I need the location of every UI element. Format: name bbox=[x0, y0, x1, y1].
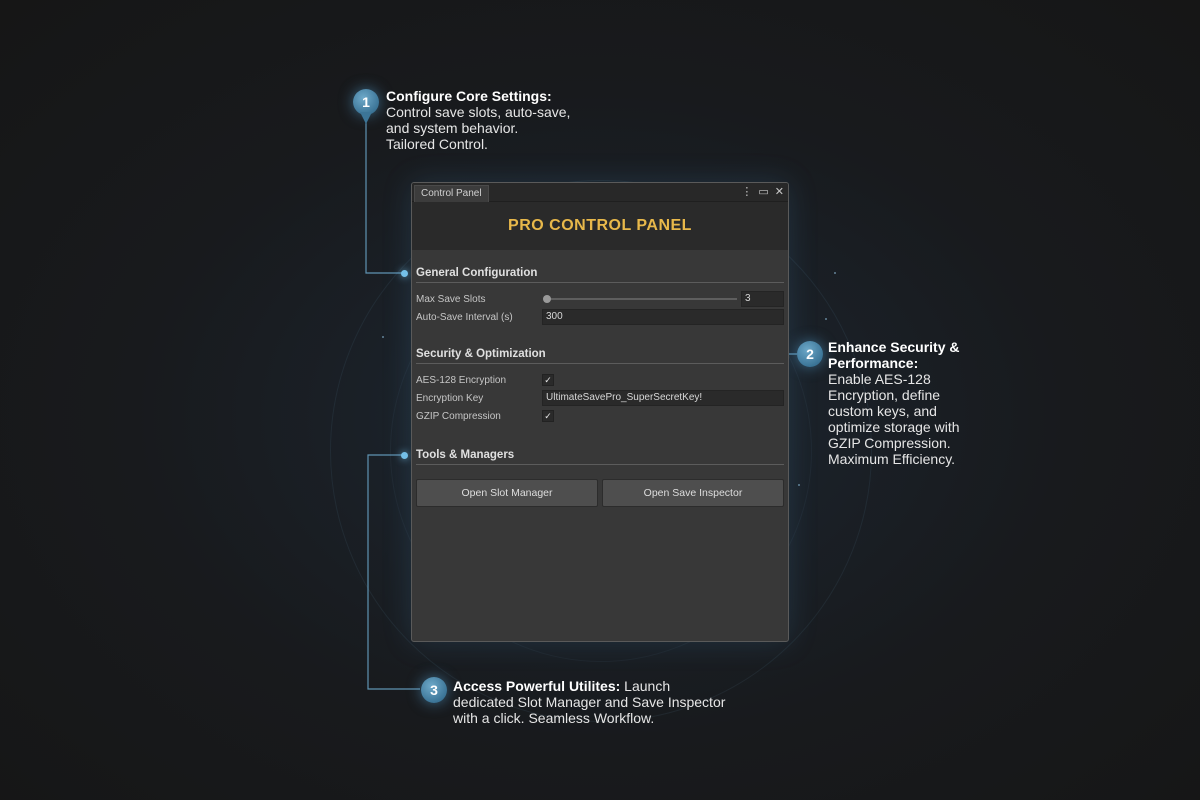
callout-1: Configure Core Settings: Control save sl… bbox=[386, 88, 570, 152]
auto-save-interval-label: Auto-Save Interval (s) bbox=[416, 311, 513, 323]
callout-2-line: Enable AES-128 bbox=[828, 371, 931, 387]
callout-2-line: custom keys, and bbox=[828, 403, 937, 419]
aes-encryption-checkbox[interactable]: ✓ bbox=[542, 374, 554, 386]
section-title: Security & Optimization bbox=[416, 348, 784, 364]
tab-control-panel[interactable]: Control Panel bbox=[414, 185, 489, 202]
callout-3-pin: 3 bbox=[421, 677, 447, 703]
open-slot-manager-button[interactable]: Open Slot Manager bbox=[416, 479, 598, 507]
section-title: General Configuration bbox=[416, 267, 784, 283]
callout-1-line: and system behavior. bbox=[386, 120, 519, 136]
security-optimization-section: Security & Optimization AES-128 Encrypti… bbox=[416, 348, 784, 424]
callout-2-line: Maximum Efficiency. bbox=[828, 451, 956, 467]
aes-encryption-label: AES-128 Encryption bbox=[416, 374, 507, 386]
callout-3-line: with a click. Seamless Workflow. bbox=[453, 710, 655, 726]
max-save-slots-label: Max Save Slots bbox=[416, 293, 486, 305]
callout-2-line: GZIP Compression. bbox=[828, 435, 951, 451]
tools-managers-section: Tools & Managers Open Slot Manager Open … bbox=[416, 449, 784, 507]
callout-1-title: Configure Core Settings: bbox=[386, 88, 552, 104]
more-options-icon[interactable]: ⋮ bbox=[741, 185, 752, 198]
callout-2-title: Performance: bbox=[828, 355, 919, 371]
gzip-compression-label: GZIP Compression bbox=[416, 410, 501, 422]
section-title: Tools & Managers bbox=[416, 449, 784, 465]
callout-1-line: Tailored Control. bbox=[386, 136, 488, 152]
max-save-slots-input[interactable]: 3 bbox=[741, 291, 784, 307]
control-panel-window: Control Panel ⋮ ▭ ✕ PRO CONTROL PANEL Ge… bbox=[411, 182, 789, 642]
callout-1-pin-tail bbox=[360, 112, 372, 124]
auto-save-interval-row: Auto-Save Interval (s) 300 bbox=[416, 309, 784, 325]
callout-2-title: Enhance Security & bbox=[828, 339, 960, 355]
slider-thumb[interactable] bbox=[543, 295, 551, 303]
connector-dot bbox=[401, 452, 408, 459]
callout-3-line: dedicated Slot Manager and Save Inspecto… bbox=[453, 694, 726, 710]
callout-1-line: Control save slots, auto-save, bbox=[386, 104, 571, 120]
connector-dot bbox=[401, 270, 408, 277]
window-controls: ⋮ ▭ ✕ bbox=[741, 185, 784, 198]
callout-2-pin: 2 bbox=[797, 341, 823, 367]
tools-buttons: Open Slot Manager Open Save Inspector bbox=[416, 479, 784, 507]
close-icon[interactable]: ✕ bbox=[775, 185, 784, 198]
encryption-key-input[interactable]: UltimateSavePro_SuperSecretKey! bbox=[542, 390, 784, 406]
window-titlebar: Control Panel ⋮ ▭ ✕ bbox=[412, 183, 788, 202]
max-save-slots-row: Max Save Slots 3 bbox=[416, 291, 784, 307]
callout-2: Enhance Security & Performance: Enable A… bbox=[828, 339, 960, 467]
callout-2-line: optimize storage with bbox=[828, 419, 960, 435]
aes-encryption-row: AES-128 Encryption ✓ bbox=[416, 372, 784, 388]
max-save-slots-slider[interactable] bbox=[542, 292, 737, 306]
encryption-key-label: Encryption Key bbox=[416, 392, 484, 404]
callout-2-line: Encryption, define bbox=[828, 387, 941, 403]
page-title: PRO CONTROL PANEL bbox=[508, 217, 692, 234]
callout-3: Access Powerful Utilites: Launch dedicat… bbox=[453, 678, 725, 726]
panel-header: PRO CONTROL PANEL bbox=[412, 202, 788, 250]
general-configuration-section: General Configuration Max Save Slots 3 A… bbox=[416, 267, 784, 325]
maximize-icon[interactable]: ▭ bbox=[758, 185, 768, 198]
callout-3-line: Launch bbox=[620, 678, 671, 694]
gzip-compression-row: GZIP Compression ✓ bbox=[416, 408, 784, 424]
auto-save-interval-input[interactable]: 300 bbox=[542, 309, 784, 325]
callout-3-title: Access Powerful Utilites: bbox=[453, 678, 621, 694]
gzip-compression-checkbox[interactable]: ✓ bbox=[542, 410, 554, 422]
encryption-key-row: Encryption Key UltimateSavePro_SuperSecr… bbox=[416, 390, 784, 406]
open-save-inspector-button[interactable]: Open Save Inspector bbox=[602, 479, 784, 507]
slider-track bbox=[546, 298, 737, 300]
